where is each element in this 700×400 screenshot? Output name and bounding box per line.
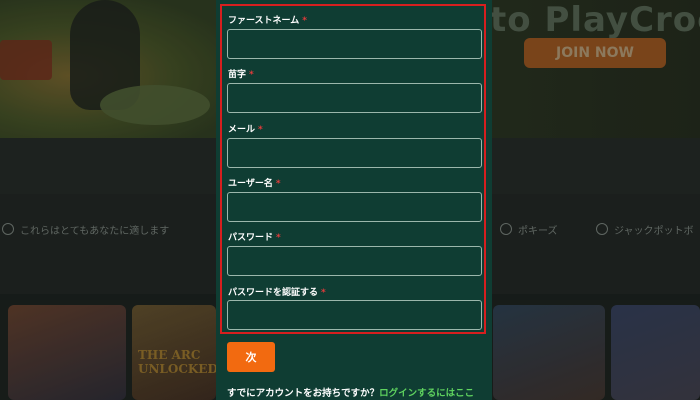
label-text: メール	[228, 125, 256, 135]
next-button[interactable]: 次	[227, 342, 275, 372]
first-name-label: ファーストネーム *	[228, 13, 307, 26]
login-link[interactable]: ログインするにはここ	[379, 388, 474, 399]
label-text: 苗字	[228, 70, 247, 80]
required-mark: *	[321, 288, 326, 298]
label-text: パスワード	[228, 233, 274, 243]
required-mark: *	[302, 16, 307, 26]
required-mark: *	[258, 125, 263, 135]
password-input[interactable]	[227, 246, 482, 276]
confirm-password-input[interactable]	[227, 300, 482, 330]
login-prompt-text: すでにアカウントをお持ちですか？	[227, 388, 380, 399]
first-name-input[interactable]	[227, 29, 482, 59]
label-text: ユーザー名	[228, 179, 273, 189]
required-mark: *	[276, 233, 281, 243]
confirm-password-label: パスワードを認証する *	[228, 285, 326, 298]
last-name-input[interactable]	[227, 83, 482, 113]
email-input[interactable]	[227, 138, 482, 168]
label-text: ファーストネーム	[228, 16, 300, 26]
username-input[interactable]	[227, 192, 482, 222]
password-label: パスワード *	[228, 230, 281, 243]
login-prompt: すでにアカウントをお持ちですか？ログインするにはここ	[227, 385, 474, 399]
email-label: メール *	[228, 122, 263, 135]
username-label: ユーザー名 *	[228, 176, 281, 189]
required-mark: *	[249, 70, 254, 80]
required-mark: *	[275, 179, 281, 189]
label-text: パスワードを認証する	[228, 288, 319, 298]
last-name-label: 苗字 *	[228, 67, 254, 80]
